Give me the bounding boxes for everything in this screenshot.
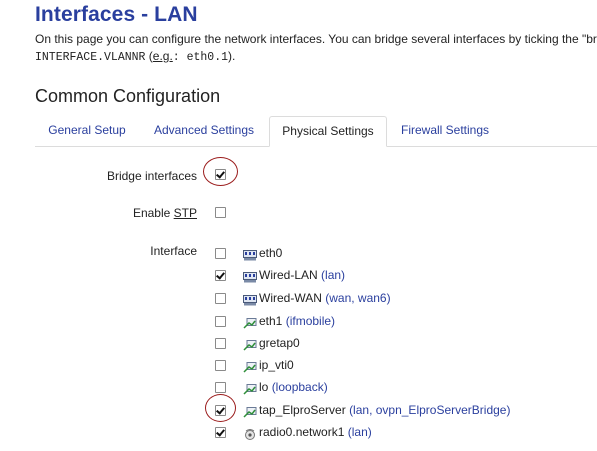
interface-label: radio0.network1 (lan) <box>259 425 372 439</box>
interface-networks[interactable]: (lan) <box>321 268 345 282</box>
interface-checkbox[interactable] <box>215 270 226 281</box>
tab-bar: General Setup Advanced Settings Physical… <box>35 116 597 147</box>
interface-networks[interactable]: (wan, wan6) <box>325 291 390 305</box>
interface-label: Wired-WAN (wan, wan6) <box>259 291 391 305</box>
interface-name: radio0.network1 <box>259 425 345 439</box>
tab-general-setup[interactable]: General Setup <box>35 116 139 146</box>
interface-name: lo <box>259 380 269 394</box>
interface-name: tap_ElproServer <box>259 403 346 417</box>
interface-networks[interactable]: (lan, ovpn_ElproServerBridge) <box>349 403 510 417</box>
interface-checkbox[interactable] <box>215 360 226 371</box>
bridge-interfaces-label: Bridge interfaces <box>106 169 197 183</box>
ethernet-icon <box>243 248 257 261</box>
description-text: On this page you can configure the netwo… <box>35 32 597 46</box>
description-code: INTERFACE.VLANNR <box>35 51 146 64</box>
section-title: Common Configuration <box>35 86 221 106</box>
interface-networks[interactable]: (ifmobile) <box>286 314 335 328</box>
interface-checkbox[interactable] <box>215 382 226 393</box>
tunnel-icon <box>243 338 257 351</box>
annotation-circle-bridge <box>203 157 238 186</box>
ethernet-icon <box>243 293 257 306</box>
tab-physical-settings[interactable]: Physical Settings <box>269 116 387 147</box>
interface-label: eth1 (ifmobile) <box>259 314 335 328</box>
interface-name: gretap0 <box>259 336 300 350</box>
enable-stp-label: Enable STP <box>32 206 197 220</box>
wireless-icon <box>243 427 257 440</box>
tunnel-icon <box>243 316 257 329</box>
interface-checkbox[interactable] <box>215 338 226 349</box>
interface-checkbox[interactable] <box>215 316 226 327</box>
interface-checkbox[interactable] <box>215 293 226 304</box>
enable-stp-label-abbr: STP <box>173 206 197 220</box>
tab-advanced-settings[interactable]: Advanced Settings <box>142 116 266 146</box>
interface-label: tap_ElproServer (lan, ovpn_ElproServerBr… <box>259 403 510 417</box>
interface-label: lo (loopback) <box>259 380 328 394</box>
ethernet-icon <box>243 270 257 283</box>
interface-name: eth1 <box>259 314 283 328</box>
enable-stp-checkbox[interactable] <box>215 207 226 218</box>
description-code-example: : eth0.1 <box>172 51 228 64</box>
interface-name: eth0 <box>259 246 283 260</box>
interface-checkbox[interactable] <box>215 427 226 438</box>
interface-networks[interactable]: (lan) <box>348 425 372 439</box>
interface-name: Wired-LAN <box>259 268 318 282</box>
interface-label: Interface <box>150 244 197 258</box>
tunnel-icon <box>243 360 257 373</box>
enable-stp-label-prefix: Enable <box>132 206 174 220</box>
page-description: On this page you can configure the netwo… <box>35 31 597 66</box>
tab-firewall-settings[interactable]: Firewall Settings <box>390 116 500 146</box>
interface-checkbox[interactable] <box>215 248 226 259</box>
description-close: ). <box>228 49 236 63</box>
tunnel-icon <box>243 382 257 395</box>
interface-name: ip_vti0 <box>259 358 294 372</box>
interface-networks[interactable]: (loopback) <box>272 380 328 394</box>
tunnel-icon <box>243 405 257 418</box>
description-eg-open: ( <box>145 49 153 63</box>
interface-label: gretap0 <box>259 336 300 350</box>
interface-label: eth0 <box>259 246 282 260</box>
interface-label: Wired-LAN (lan) <box>259 268 345 282</box>
interface-label: ip_vti0 <box>259 358 294 372</box>
interface-name: Wired-WAN <box>259 291 322 305</box>
page-title: Interfaces - LAN <box>35 3 198 26</box>
description-eg: e.g. <box>152 49 173 63</box>
annotation-circle-tap <box>205 394 236 422</box>
